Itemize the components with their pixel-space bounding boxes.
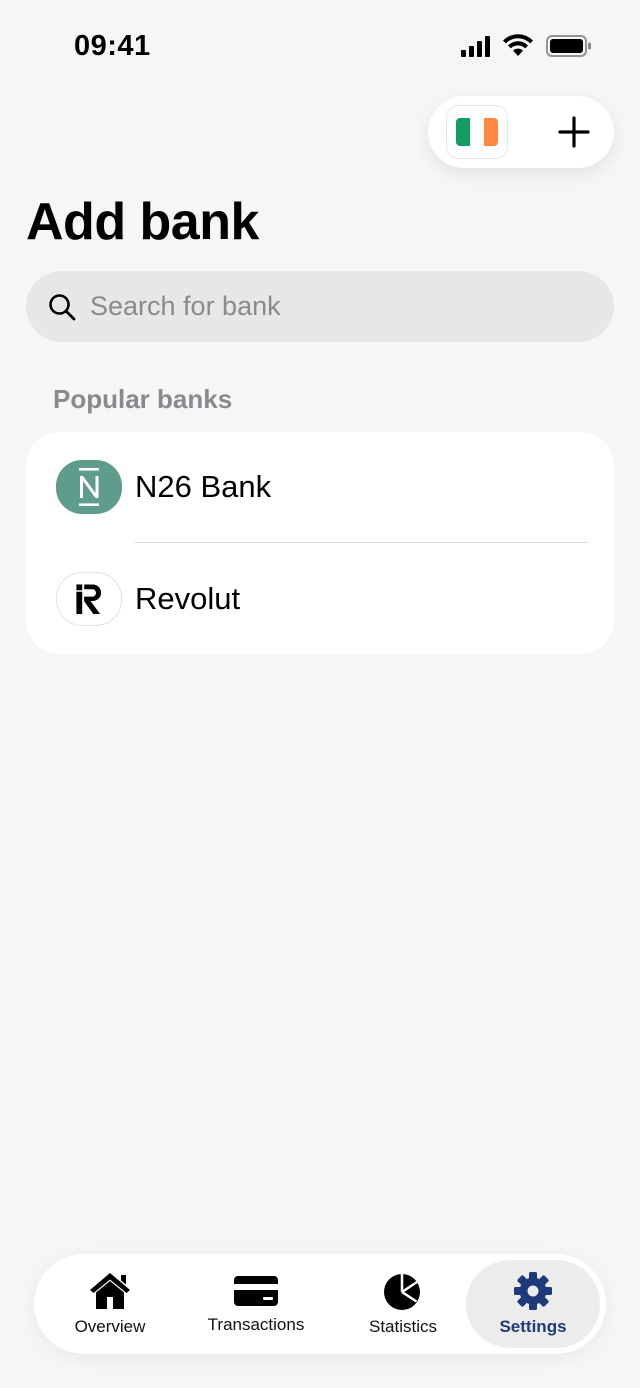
status-icons bbox=[461, 34, 592, 58]
search-bar[interactable] bbox=[26, 271, 614, 342]
add-button[interactable] bbox=[552, 110, 596, 154]
bank-row-revolut[interactable]: Revolut bbox=[26, 544, 614, 654]
n26-logo-icon bbox=[56, 460, 122, 514]
list-divider bbox=[135, 542, 588, 543]
search-icon bbox=[49, 293, 76, 320]
header-actions bbox=[428, 96, 614, 168]
bank-name: N26 Bank bbox=[135, 469, 272, 504]
tab-settings[interactable]: Settings bbox=[466, 1260, 600, 1348]
tab-transactions[interactable]: Transactions bbox=[194, 1260, 318, 1348]
gear-icon bbox=[514, 1272, 552, 1310]
popular-banks-list: N26 Bank Revolut bbox=[26, 432, 614, 654]
tab-label: Overview bbox=[74, 1317, 146, 1336]
cellular-signal-icon bbox=[461, 35, 490, 57]
country-selector-button[interactable] bbox=[446, 105, 508, 159]
section-label-popular-banks: Popular banks bbox=[53, 384, 233, 414]
status-bar: 09:41 bbox=[0, 0, 640, 94]
page-title: Add bank bbox=[26, 193, 259, 251]
bank-row-n26[interactable]: N26 Bank bbox=[26, 432, 614, 542]
tab-label: Transactions bbox=[207, 1315, 305, 1334]
plus-icon bbox=[558, 116, 590, 148]
ireland-flag-icon bbox=[456, 118, 498, 146]
tab-statistics[interactable]: Statistics bbox=[352, 1260, 454, 1348]
home-icon bbox=[90, 1273, 130, 1309]
bank-name: Revolut bbox=[135, 581, 241, 616]
pie-chart-icon bbox=[384, 1274, 420, 1310]
revolut-logo-icon bbox=[56, 572, 122, 626]
search-input[interactable] bbox=[90, 291, 570, 322]
tab-overview[interactable]: Overview bbox=[60, 1260, 160, 1348]
wifi-icon bbox=[503, 34, 533, 56]
tab-label: Statistics bbox=[368, 1317, 438, 1336]
tab-label: Settings bbox=[499, 1317, 567, 1336]
battery-icon bbox=[546, 35, 591, 57]
card-icon bbox=[234, 1276, 278, 1306]
status-time: 09:41 bbox=[74, 30, 151, 62]
tab-bar: Overview Transactions Statistics Setting… bbox=[34, 1254, 606, 1354]
